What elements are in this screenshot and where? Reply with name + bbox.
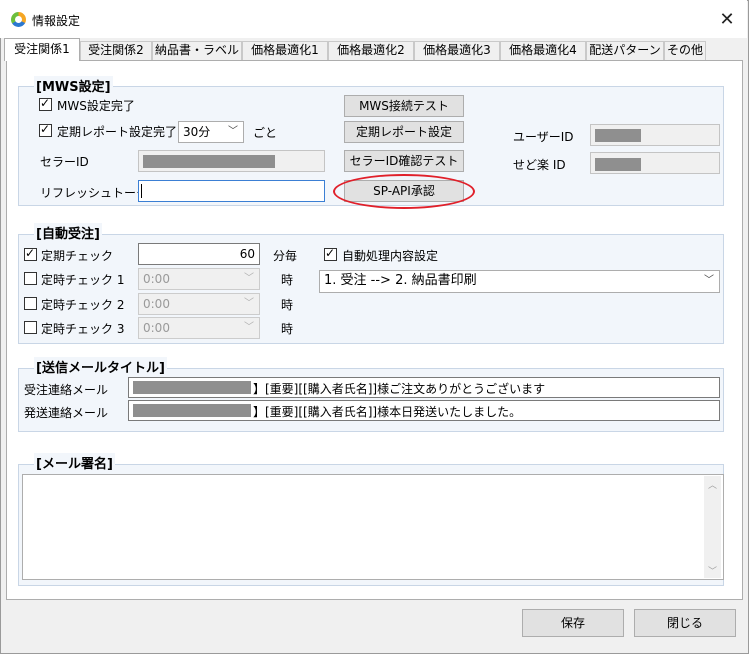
tab-order-1[interactable]: 受注関係1 xyxy=(4,38,80,61)
ship-mail-value: 】[重要][[購入者氏名]]様本日発送いたしました。 xyxy=(253,405,522,419)
timed-check-2-checkbox[interactable] xyxy=(24,297,37,310)
timed-check-1-label: 定時チェック 1 xyxy=(41,273,125,287)
tab-price-opt-3[interactable]: 価格最適化3 xyxy=(414,41,500,60)
hour-label: 時 xyxy=(281,298,294,312)
chevron-down-icon: ﹀ xyxy=(228,126,238,137)
highlight-ellipse xyxy=(333,174,475,209)
sedoraku-id-label: せど楽 ID xyxy=(513,158,566,172)
redacted-value xyxy=(133,381,251,394)
ship-mail-label: 発送連絡メール xyxy=(24,406,109,420)
periodic-check-label: 定期チェック xyxy=(41,249,114,263)
save-button[interactable]: 保存 xyxy=(522,609,624,637)
tab-price-opt-1[interactable]: 価格最適化1 xyxy=(242,41,328,60)
signature-textarea[interactable] xyxy=(22,474,724,580)
mws-connect-test-button[interactable]: MWS接続テスト xyxy=(344,95,464,117)
hour-label: 時 xyxy=(281,322,294,336)
chevron-down-icon: ﹀ xyxy=(244,298,254,309)
tab-order-2[interactable]: 受注関係2 xyxy=(80,41,152,60)
report-settings-button[interactable]: 定期レポート設定 xyxy=(344,121,464,143)
seller-id-test-button[interactable]: セラーID確認テスト xyxy=(344,150,464,172)
app-icon xyxy=(11,12,26,27)
signature-scrollbar[interactable]: ︿ ﹀ xyxy=(704,476,721,578)
mws-complete-label: MWS設定完了 xyxy=(57,99,135,113)
auto-process-label: 自動処理内容設定 xyxy=(342,249,439,263)
chevron-down-icon: ﹀ xyxy=(244,322,254,333)
periodic-check-input[interactable]: 60 xyxy=(138,243,260,265)
chevron-down-icon: ﹀ xyxy=(704,275,714,286)
auto-process-value: 1. 受注 --> 2. 納品書印刷 xyxy=(324,273,477,288)
redacted-value xyxy=(595,129,641,142)
user-id-label: ユーザーID xyxy=(513,130,574,144)
timed-check-3-value: 0:00 xyxy=(143,321,170,335)
sedoraku-id-field[interactable] xyxy=(590,152,720,174)
text-cursor xyxy=(141,184,142,198)
redacted-value xyxy=(595,158,641,171)
tab-shipping-pattern[interactable]: 配送パターン xyxy=(586,41,664,60)
timed-check-3-label: 定時チェック 3 xyxy=(41,322,125,336)
seller-id-label: セラーID xyxy=(40,155,89,169)
mail-title-section-title: [送信メールタイトル] xyxy=(34,357,167,376)
order-mail-value: 】[重要][[購入者氏名]]様ご注文ありがとうございます xyxy=(253,382,546,396)
chevron-down-icon: ﹀ xyxy=(244,273,254,284)
window-title: 情報設定 xyxy=(32,14,81,28)
timed-check-2-value: 0:00 xyxy=(143,297,170,311)
refresh-token-input[interactable] xyxy=(138,180,325,202)
timed-check-3-checkbox[interactable] xyxy=(24,321,37,334)
auto-process-select[interactable]: 1. 受注 --> 2. 納品書印刷 ﹀ xyxy=(319,270,720,293)
mws-section-title: [MWS設定] xyxy=(34,76,113,95)
tab-delivery-label[interactable]: 納品書・ラベル xyxy=(152,41,242,60)
scroll-down-icon[interactable]: ﹀ xyxy=(708,564,717,577)
timed-check-2-label: 定時チェック 2 xyxy=(41,298,125,312)
title-bar xyxy=(0,0,747,38)
tab-other[interactable]: その他 xyxy=(664,41,706,60)
timed-check-3-select[interactable]: 0:00 ﹀ xyxy=(138,317,260,339)
close-button[interactable]: 閉じる xyxy=(634,609,736,637)
seller-id-field[interactable] xyxy=(138,150,325,172)
close-icon[interactable]: ✕ xyxy=(716,9,738,31)
report-interval-select[interactable]: 30分 ﹀ xyxy=(178,121,244,143)
report-interval-value: 30分 xyxy=(183,125,211,139)
ship-mail-input[interactable]: 】[重要][[購入者氏名]]様本日発送いたしました。 xyxy=(128,400,720,421)
redacted-value xyxy=(143,155,275,168)
scroll-up-icon[interactable]: ︿ xyxy=(708,478,717,491)
auto-process-checkbox[interactable] xyxy=(324,246,337,261)
timed-check-2-select[interactable]: 0:00 ﹀ xyxy=(138,293,260,315)
every-label: ごと xyxy=(253,126,278,140)
periodic-report-label: 定期レポート設定完了 xyxy=(57,125,178,139)
periodic-report-checkbox[interactable] xyxy=(39,122,52,137)
timed-check-1-select[interactable]: 0:00 ﹀ xyxy=(138,268,260,290)
user-id-field[interactable] xyxy=(590,124,720,146)
hour-label: 時 xyxy=(281,273,294,287)
order-mail-label: 受注連絡メール xyxy=(24,383,109,397)
periodic-check-checkbox[interactable] xyxy=(24,246,37,261)
tab-price-opt-4[interactable]: 価格最適化4 xyxy=(500,41,586,60)
tab-price-opt-2[interactable]: 価格最適化2 xyxy=(328,41,414,60)
signature-section-title: [メール署名] xyxy=(34,453,115,472)
timed-check-1-checkbox[interactable] xyxy=(24,272,37,285)
auto-order-section-title: [自動受注] xyxy=(34,223,102,242)
order-mail-input[interactable]: 】[重要][[購入者氏名]]様ご注文ありがとうございます xyxy=(128,377,720,398)
redacted-value xyxy=(133,404,251,417)
per-minutes-label: 分毎 xyxy=(273,249,298,263)
mws-complete-checkbox[interactable] xyxy=(39,96,52,111)
timed-check-1-value: 0:00 xyxy=(143,272,170,286)
